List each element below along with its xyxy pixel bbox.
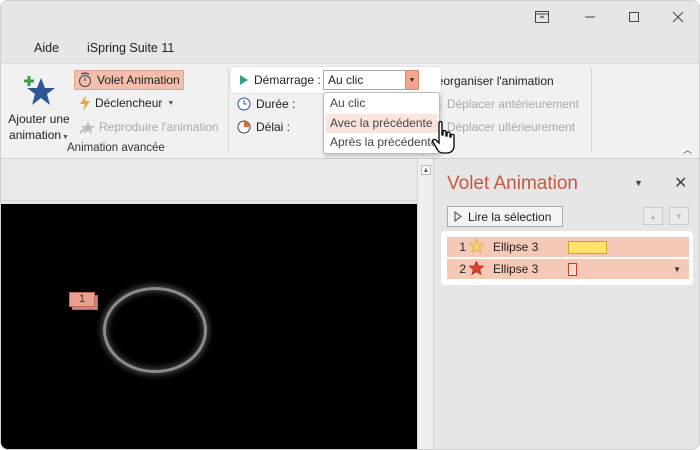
item-name: Ellipse 3 (493, 240, 539, 254)
play-outline-icon (454, 211, 462, 222)
chevron-down-icon: ▼ (167, 99, 175, 107)
move-up-icon[interactable]: ▲ (643, 207, 663, 225)
pane-options-icon[interactable]: ▼ (634, 178, 643, 188)
pane-title: Volet Animation (447, 173, 578, 194)
chevron-down-icon[interactable]: ▼ (405, 70, 419, 90)
item-number: 2 (459, 262, 466, 276)
slide-editor: ▲ (1, 159, 433, 449)
slide-top-area (1, 159, 417, 201)
reorder-title: Réorganiser l'animation (428, 74, 554, 88)
minimize-icon[interactable] (579, 7, 601, 27)
move-down-icon[interactable]: ▼ (669, 207, 689, 225)
add-animation-star-icon (24, 76, 55, 105)
chevron-down-icon: ▼ (62, 134, 69, 141)
vertical-scrollbar[interactable]: ▲ (417, 159, 433, 449)
start-row: Démarrage : (239, 73, 321, 87)
ellipse-shape[interactable] (103, 287, 207, 373)
delay-label: Délai : (256, 120, 291, 134)
start-option-after-previous[interactable]: Après la précédente (326, 133, 438, 152)
start-label: Démarrage : (254, 73, 321, 87)
slide-canvas[interactable] (1, 204, 418, 449)
duration-label: Durée : (256, 97, 296, 111)
ribbon-separator (228, 68, 229, 152)
timing-bar[interactable] (568, 262, 577, 276)
star-filled-icon (468, 259, 485, 278)
delay-row: Délai : (237, 120, 290, 134)
item-number: 1 (459, 240, 466, 254)
play-selection-button[interactable]: Lire la sélection (447, 206, 563, 227)
animation-pane-label: Volet Animation (97, 73, 180, 87)
duration-row: Durée : (237, 97, 295, 111)
ribbon-display-options-icon[interactable] (531, 7, 553, 27)
animation-pane-button[interactable]: Volet Animation (74, 70, 184, 90)
move-earlier-button[interactable]: ▲ Déplacer antérieurement (435, 97, 579, 111)
lightning-icon (80, 95, 90, 111)
animation-painter-icon (79, 121, 95, 134)
list-item[interactable]: 2 Ellipse 3 ▼ (447, 259, 689, 279)
ribbon-tabs: Aide iSpring Suite 11 (1, 39, 699, 61)
title-bar (1, 1, 699, 33)
collapse-ribbon-icon[interactable]: ︿ (683, 143, 692, 156)
animation-tag[interactable]: 1 (69, 292, 98, 310)
item-name: Ellipse 3 (493, 262, 539, 276)
start-option-on-click[interactable]: Au clic (326, 94, 438, 113)
trigger-label: Déclencheur (95, 96, 163, 110)
animation-pane: Volet Animation ▼ ✕ Lire la sélection ▲ … (433, 159, 699, 449)
move-later-button[interactable]: ▼ Déplacer ultérieurement (435, 120, 575, 134)
star-outline-icon (468, 237, 485, 256)
close-window-icon[interactable] (667, 7, 689, 27)
animation-pane-icon (79, 72, 91, 87)
start-select-value: Au clic (328, 73, 364, 87)
animation-painter-button[interactable]: Reproduire l'animation (79, 119, 219, 135)
start-option-with-previous[interactable]: Avec la précédente (326, 114, 438, 133)
move-earlier-label: Déplacer antérieurement (446, 97, 579, 111)
play-icon (240, 75, 248, 85)
timing-bar[interactable] (568, 240, 607, 254)
list-item[interactable]: 1 Ellipse 3 (447, 237, 689, 257)
pane-close-icon[interactable]: ✕ (674, 173, 687, 193)
move-later-label: Déplacer ultérieurement (446, 120, 575, 134)
trigger-button[interactable]: Déclencheur ▼ (79, 95, 174, 111)
delay-icon (237, 120, 251, 134)
add-animation-label-line1: Ajouter une (8, 112, 70, 126)
animation-painter-label: Reproduire l'animation (99, 120, 219, 134)
advanced-animation-group-label: Animation avancée (67, 142, 165, 154)
ribbon-separator (591, 68, 592, 152)
animation-tag-number: 1 (69, 292, 95, 307)
hand-cursor-icon (432, 120, 455, 154)
maximize-icon[interactable] (623, 7, 645, 27)
add-animation-label-line2: animation (9, 128, 62, 142)
start-select[interactable]: Au clic ▼ (323, 70, 419, 90)
item-dropdown-icon[interactable]: ▼ (673, 265, 681, 274)
scroll-up-icon[interactable]: ▲ (421, 165, 431, 175)
add-animation-button[interactable]: Ajouter une animation▼ (7, 74, 71, 146)
tab-ispring-suite[interactable]: iSpring Suite 11 (87, 41, 174, 55)
powerpoint-window: Aide iSpring Suite 11 Ajouter une animat… (0, 0, 700, 450)
start-dropdown-list: Au clic Avec la précédente Après la préc… (323, 92, 440, 154)
play-selection-label: Lire la sélection (468, 209, 552, 224)
tab-aide[interactable]: Aide (34, 41, 59, 55)
clock-icon (237, 97, 251, 111)
